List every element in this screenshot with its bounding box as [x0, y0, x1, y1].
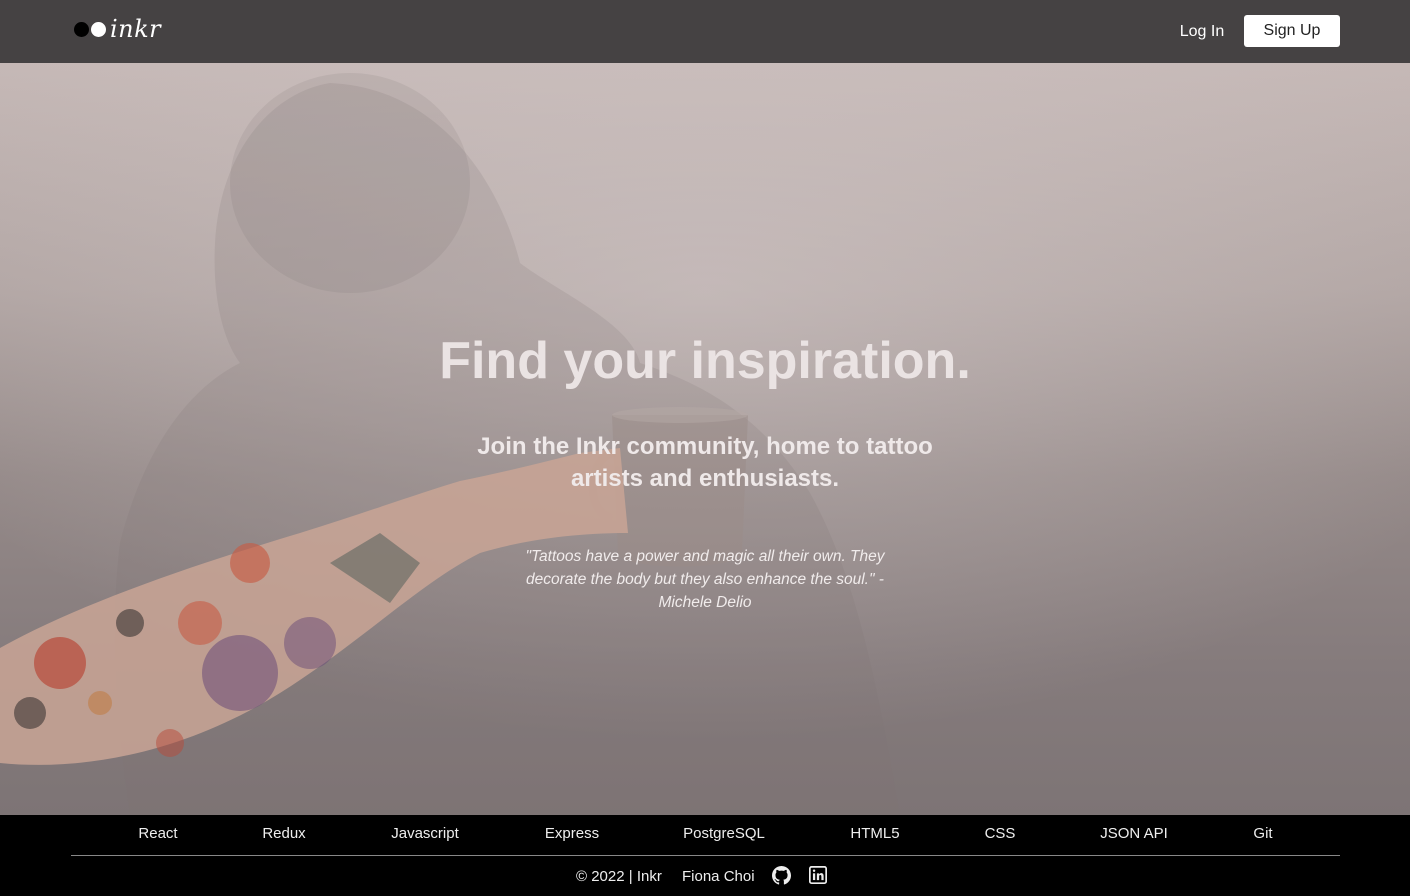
author-name: Fiona Choi: [682, 868, 755, 885]
login-button[interactable]: Log In: [1170, 17, 1234, 47]
hero-subheadline: Join the Inkr community, home to tattoo …: [477, 433, 933, 492]
logo[interactable]: inkr: [74, 14, 161, 44]
footer-divider: [71, 855, 1340, 856]
hero-section: Find your inspiration. Join the Inkr com…: [0, 63, 1410, 815]
footer: React Redux Javascript Express PostgreSQ…: [0, 815, 1410, 896]
tech-item-css: CSS: [984, 825, 1016, 842]
linkedin-icon[interactable]: [809, 866, 827, 884]
logo-mark-icon: [74, 21, 106, 37]
tech-item-react: React: [138, 825, 178, 842]
tech-item-express: Express: [544, 825, 600, 842]
github-icon[interactable]: [772, 866, 791, 885]
tech-item-json-api: JSON API: [1100, 825, 1168, 842]
tech-item-javascript: Javascript: [391, 825, 459, 842]
hero-headline: Find your inspiration.: [439, 332, 971, 390]
hero-quote: "Tattoos have a power and magic all thei…: [525, 548, 885, 611]
tech-item-redux: Redux: [262, 825, 306, 842]
top-nav: inkr Log In Sign Up: [0, 0, 1410, 63]
copyright-text: © 2022 | Inkr: [576, 868, 662, 885]
tech-item-postgresql: PostgreSQL: [683, 825, 765, 842]
tech-item-git: Git: [1253, 825, 1273, 842]
signup-button[interactable]: Sign Up: [1244, 15, 1340, 47]
tech-item-html5: HTML5: [850, 825, 900, 842]
logo-text: inkr: [110, 15, 162, 43]
